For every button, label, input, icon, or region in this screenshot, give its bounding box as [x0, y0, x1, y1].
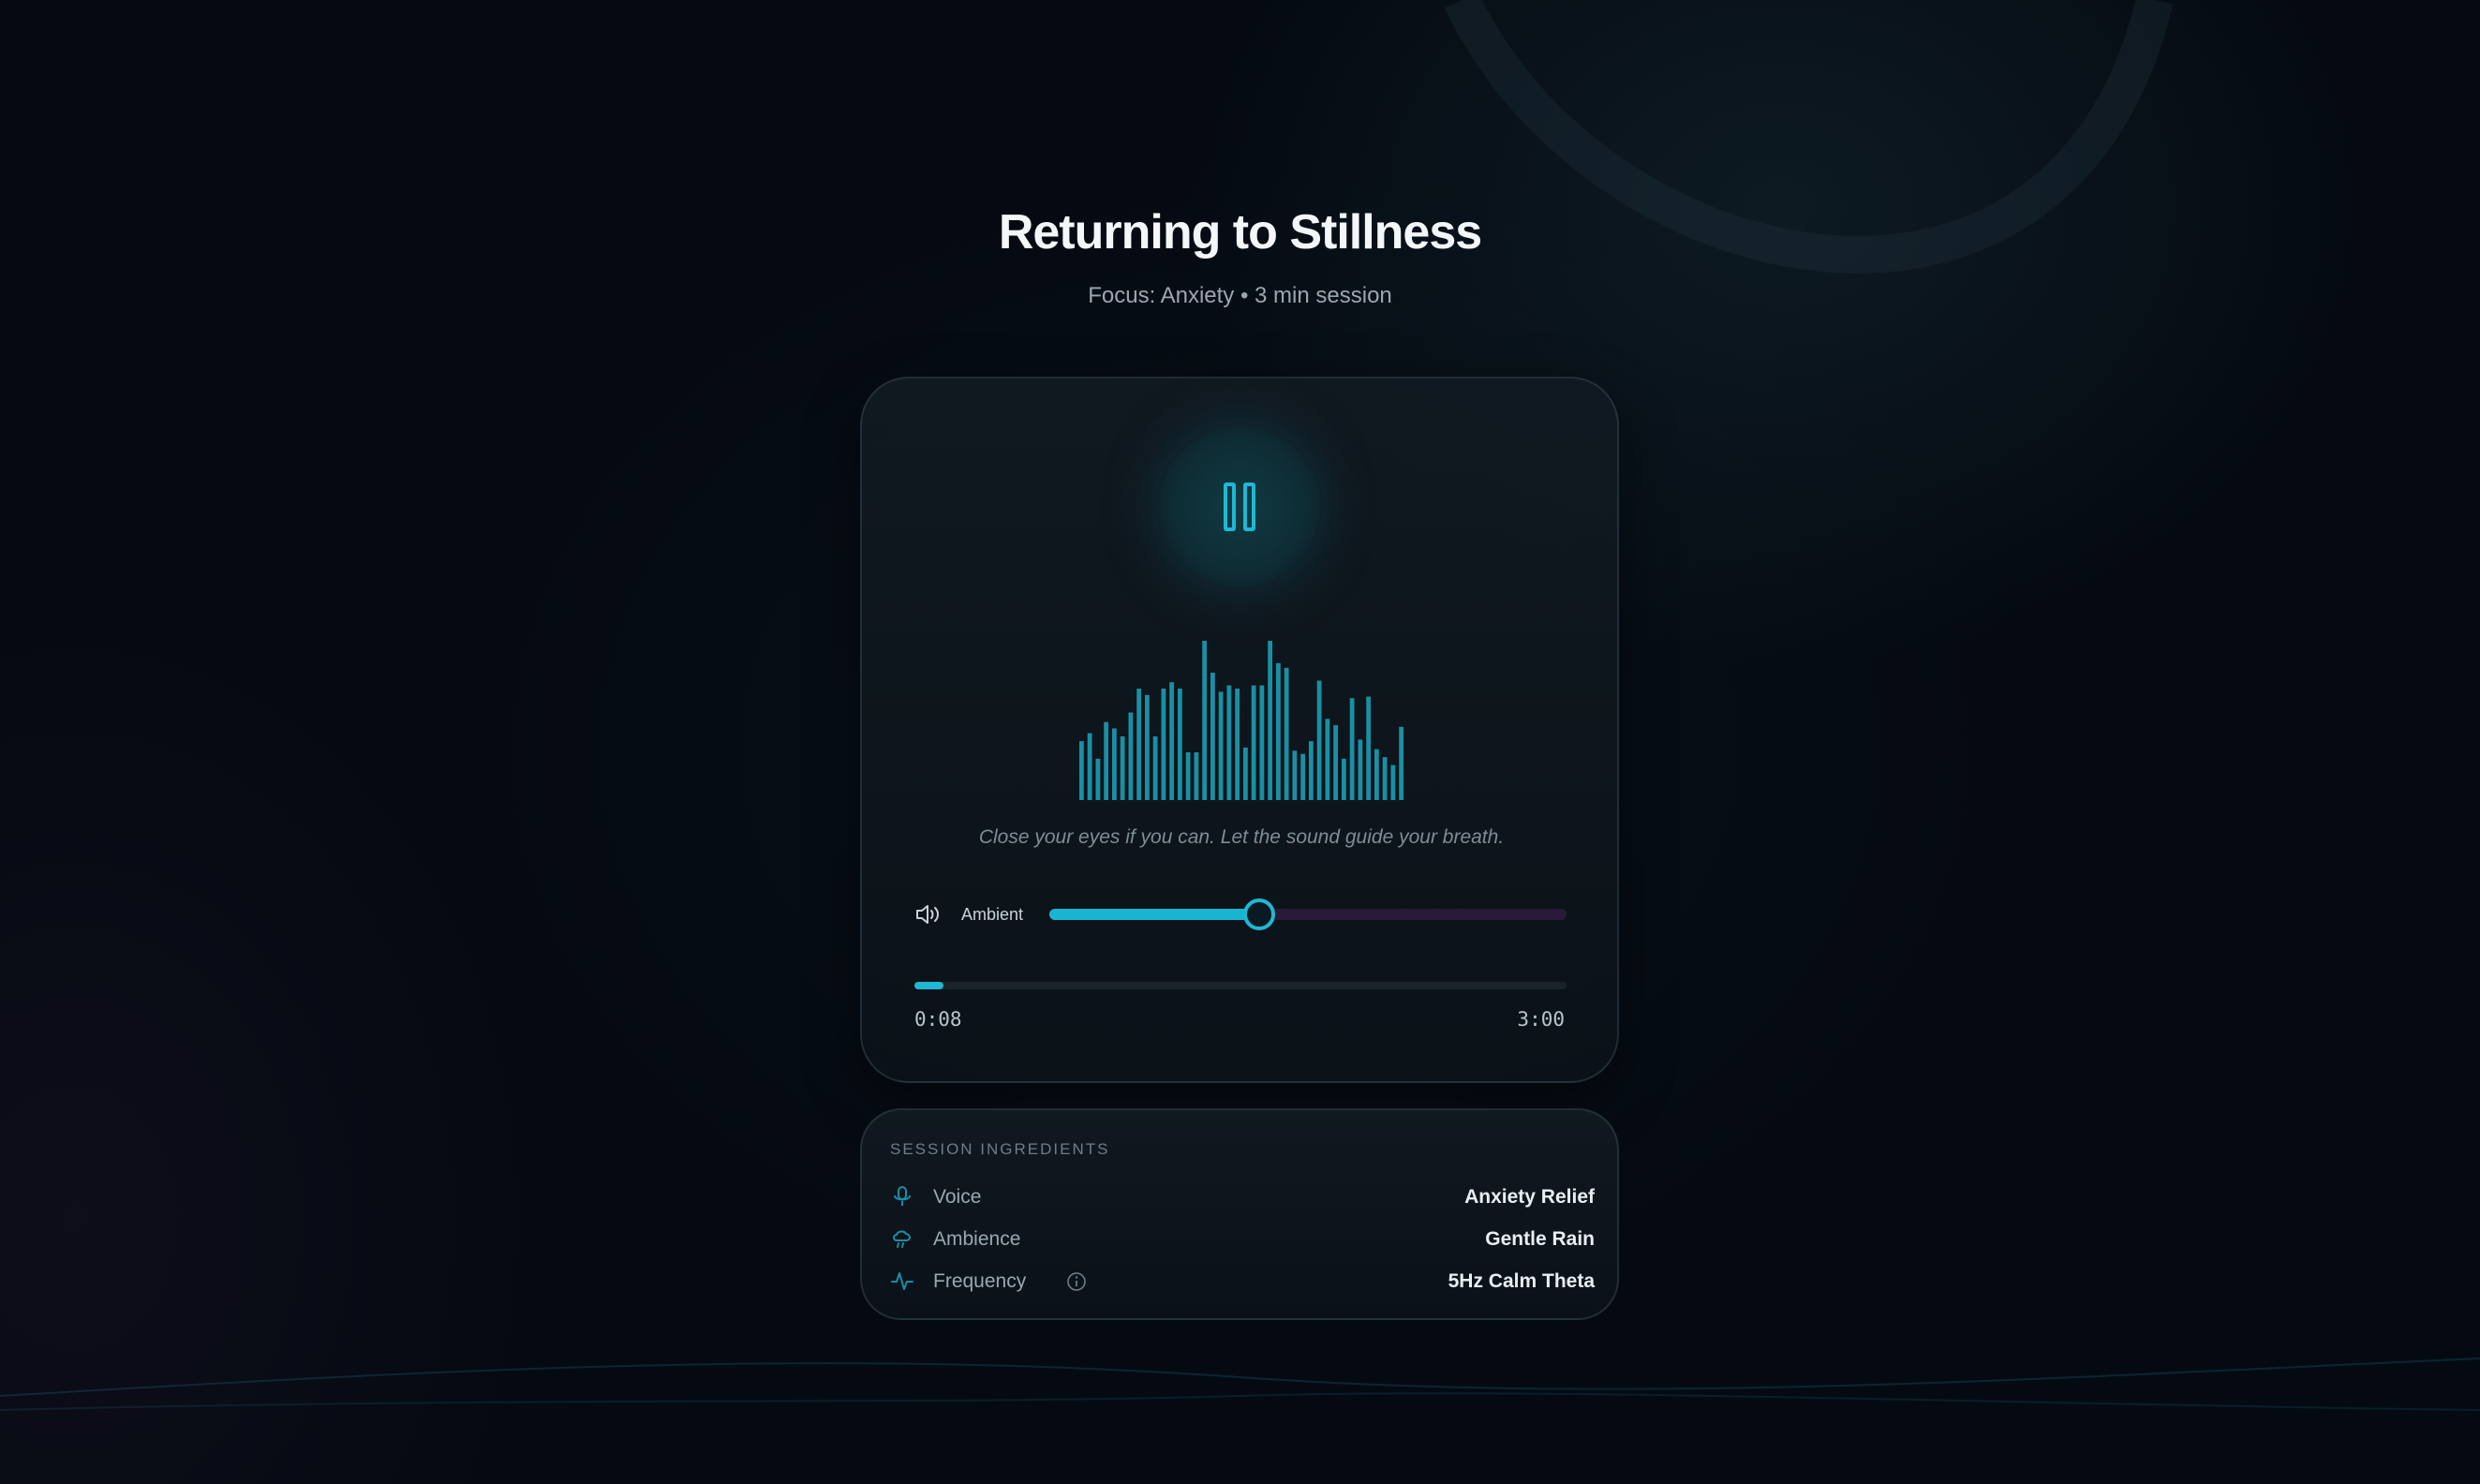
- waveform-bar: [1202, 641, 1208, 800]
- ambient-slider-thumb[interactable]: [1242, 898, 1275, 930]
- ingredient-label: Frequency: [933, 1270, 1027, 1292]
- waveform-bar: [1087, 733, 1092, 800]
- waveform-bar: [1316, 680, 1322, 800]
- waveform-bar: [1095, 758, 1101, 800]
- waveform-bar: [1210, 673, 1215, 800]
- waveform-bar: [1325, 719, 1330, 800]
- waveform-bar: [1120, 736, 1125, 800]
- waveform-bar: [1161, 689, 1166, 800]
- pause-icon: [1243, 482, 1255, 531]
- waveform-bar: [1399, 726, 1404, 800]
- ingredient-row-ambience: Ambience Gentle Rain: [890, 1223, 1595, 1256]
- waveform-bar: [1169, 682, 1175, 800]
- waveform-bar: [1218, 691, 1224, 800]
- waveform-bar: [1144, 694, 1150, 800]
- ingredient-row-voice: Voice Anxiety Relief: [890, 1180, 1595, 1214]
- pulse-icon: [891, 1272, 913, 1290]
- ambient-slider-fill: [1049, 909, 1259, 920]
- waveform-bar: [1292, 750, 1298, 800]
- waveform-bar: [1349, 698, 1355, 800]
- waveform-bar: [1111, 728, 1117, 800]
- ingredient-value: Gentle Rain: [1485, 1228, 1595, 1250]
- info-icon[interactable]: [1066, 1271, 1087, 1292]
- waveform-bar: [1333, 725, 1339, 800]
- waveform-bar: [1152, 736, 1158, 800]
- ambient-slider[interactable]: [1049, 898, 1567, 930]
- playback-progress-fill: [914, 982, 943, 989]
- playback-progress-bar[interactable]: [914, 982, 1567, 989]
- app-stage: Returning to Stillness Focus: Anxiety • …: [0, 0, 2480, 1484]
- microphone-icon: [894, 1186, 911, 1206]
- ingredient-row-frequency: Frequency 5Hz Calm Theta: [890, 1265, 1595, 1298]
- waveform-bar: [1226, 685, 1232, 800]
- waveform-bar: [1284, 667, 1289, 800]
- waveform-bar: [1341, 758, 1346, 800]
- audio-waveform: [1078, 641, 1404, 800]
- waveform-bar: [1382, 757, 1388, 800]
- waveform-bar: [1390, 764, 1396, 800]
- pause-button[interactable]: [1160, 427, 1319, 586]
- waveform-bar: [1358, 739, 1363, 800]
- waveform-bar: [1366, 696, 1372, 800]
- waveform-bar: [1259, 685, 1265, 800]
- total-time: 3:00: [1517, 1008, 1565, 1031]
- waveform-bar: [1242, 747, 1248, 800]
- waveform-bar: [1251, 685, 1256, 800]
- guidance-caption: Close your eyes if you can. Let the soun…: [978, 826, 1505, 848]
- waveform-bar: [1235, 689, 1240, 800]
- waveform-bar: [1177, 689, 1182, 800]
- ingredient-label: Ambience: [933, 1228, 1021, 1250]
- elapsed-time: 0:08: [914, 1008, 962, 1031]
- ingredient-value: 5Hz Calm Theta: [1448, 1270, 1595, 1292]
- waveform-bar: [1308, 741, 1314, 800]
- speaker-icon[interactable]: [914, 901, 943, 928]
- waveform-bar: [1374, 749, 1379, 800]
- waveform-bar: [1128, 712, 1134, 800]
- waveform-bar: [1194, 752, 1199, 800]
- waveform-bar: [1185, 752, 1191, 800]
- waveform-bar: [1275, 662, 1281, 800]
- ambient-label: Ambient: [961, 905, 1024, 924]
- waveform-bar: [1078, 741, 1084, 800]
- ambient-volume-control: Ambient: [914, 896, 1570, 933]
- waveform-bar: [1300, 753, 1306, 800]
- rain-cloud-icon: [893, 1230, 911, 1248]
- ingredient-label: Voice: [933, 1186, 982, 1208]
- session-subtitle: Focus: Anxiety • 3 min session: [1088, 283, 1392, 308]
- ingredient-value: Anxiety Relief: [1464, 1186, 1595, 1208]
- player-card: Close your eyes if you can. Let the soun…: [860, 377, 1619, 1083]
- waveform-bar: [1268, 641, 1273, 800]
- session-ingredients-card: SESSION INGREDIENTS Voice Anxiety Relief…: [860, 1108, 1619, 1320]
- page-title: Returning to Stillness: [998, 205, 1482, 260]
- pause-icon: [1224, 482, 1236, 531]
- waveform-bar: [1104, 721, 1109, 800]
- ingredients-heading: SESSION INGREDIENTS: [890, 1140, 1110, 1158]
- waveform-bar: [1136, 689, 1142, 800]
